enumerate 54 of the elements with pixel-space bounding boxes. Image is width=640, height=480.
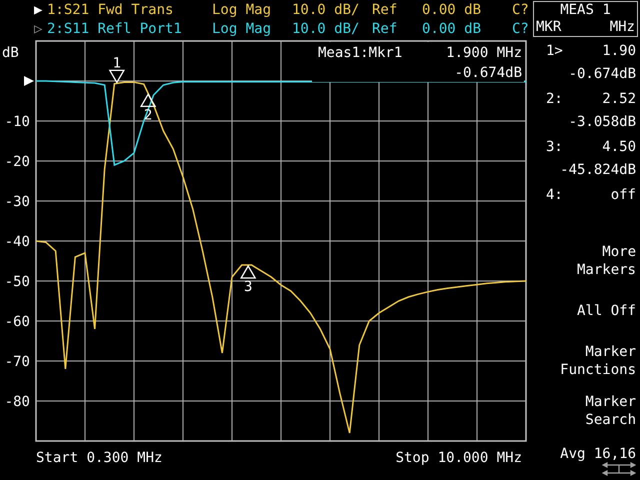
reference-label: Ref xyxy=(372,1,398,20)
calibration-status: C? xyxy=(512,20,529,39)
reference-label: Ref xyxy=(372,20,398,39)
axis-label: -10 xyxy=(4,114,30,130)
trace-scale: 10.0 dB/ xyxy=(292,1,360,20)
softkey[interactable]: All Off xyxy=(576,302,636,320)
marker-reading: -45.824dB xyxy=(559,161,636,180)
marker-label: 4: xyxy=(546,186,563,205)
double-arrow-icon xyxy=(602,462,636,476)
softkey[interactable]: Marker Functions xyxy=(560,343,636,379)
axis-label: -50 xyxy=(4,274,30,290)
marker-triangle xyxy=(108,70,125,84)
softkey[interactable]: More Markers xyxy=(576,243,636,279)
averaging-status: Avg 16,16 xyxy=(560,446,636,462)
axis-label: -70 xyxy=(4,354,30,370)
marker-triangle xyxy=(140,93,156,107)
menu-title: MEAS 1 xyxy=(559,2,612,19)
axis-label: -40 xyxy=(4,234,30,250)
channel-indicator: ▷ xyxy=(34,20,44,39)
trace-name: 2:S11 Refl Port1 xyxy=(47,20,183,39)
axis-label: -20 xyxy=(4,154,30,170)
marker-frequency: off xyxy=(610,186,636,205)
trace-format: Log Mag xyxy=(212,1,272,20)
marker-label: 2: xyxy=(546,90,563,109)
readout-value: -0.674dB xyxy=(454,65,522,81)
trace-name: 1:S21 Fwd Trans xyxy=(47,1,174,20)
reference-value: 0.00 dB xyxy=(422,20,482,39)
menu-unit: MHz xyxy=(610,19,635,36)
trace-format: Log Mag xyxy=(212,20,272,39)
marker-reading: -3.058dB xyxy=(568,113,636,132)
marker-reading: -0.674dB xyxy=(568,65,636,84)
marker-frequency: 4.50 xyxy=(602,138,636,157)
readout-title: Meas1:Mkr1 xyxy=(318,45,402,61)
marker-frequency: 2.52 xyxy=(602,90,636,109)
readout-frequency: 1.900 MHz xyxy=(446,45,522,61)
trace-scale: 10.0 dB/ xyxy=(292,20,360,39)
softkey[interactable]: Marker Search xyxy=(585,393,636,429)
marker-label: 1> xyxy=(546,42,563,61)
calibration-status: C? xyxy=(512,1,529,20)
axis-label: -60 xyxy=(4,314,30,330)
stop-frequency: Stop 10.000 MHz xyxy=(396,450,522,466)
marker-frequency: 1.90 xyxy=(602,42,636,61)
channel-indicator: ▶ xyxy=(34,1,44,20)
start-frequency: Start 0.300 MHz xyxy=(36,450,162,466)
marker-label: 3: xyxy=(546,138,563,157)
marker-number: 1 xyxy=(112,55,122,72)
reference-level-icon xyxy=(24,76,34,86)
marker-triangle xyxy=(240,264,256,279)
axis-label: -80 xyxy=(4,394,30,410)
axis-unit: dB xyxy=(2,45,19,61)
menu-subtitle: MKR xyxy=(536,19,562,36)
axis-label: -30 xyxy=(4,194,30,210)
marker-number: 3 xyxy=(244,279,252,295)
reference-value: 0.00 dB xyxy=(422,1,482,20)
